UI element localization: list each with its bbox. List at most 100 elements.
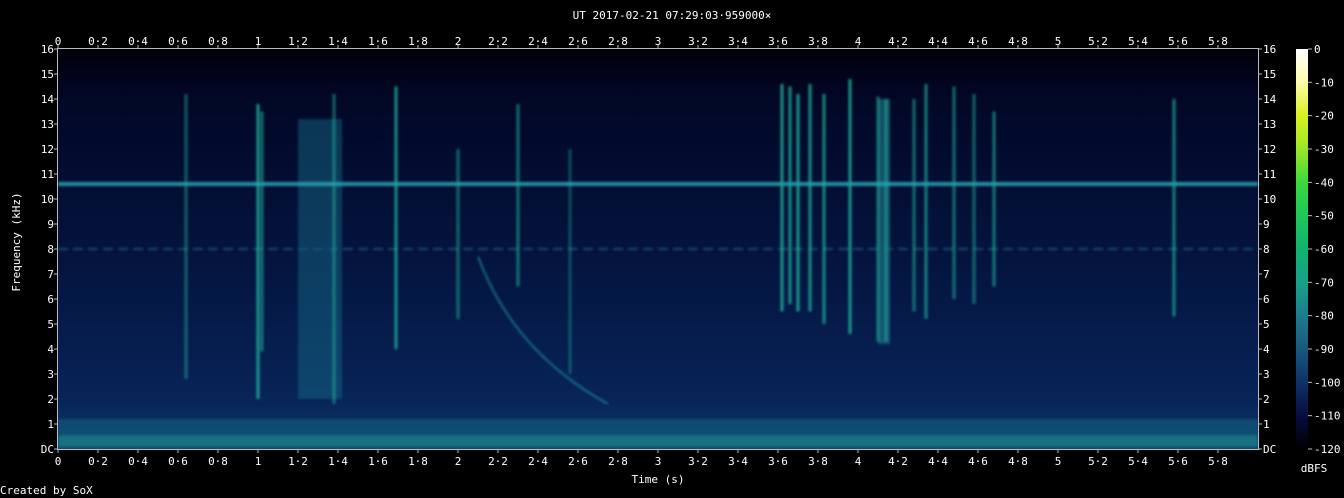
- chart-title: UT 2017-02-21 07:29:03·959000×: [573, 9, 772, 22]
- x-tick-label-top: 5·4: [1128, 35, 1148, 48]
- y-tick-label-left: 9: [47, 218, 54, 231]
- colorbar-tick-label: -60: [1314, 243, 1334, 256]
- footer-credit: Created by SoX: [0, 484, 93, 497]
- colorbar-tick-label: -10: [1314, 76, 1334, 89]
- y-axis-left: DC12345678910111213141516: [41, 43, 58, 456]
- y-tick-label-left: DC: [41, 443, 54, 456]
- x-tick-label-top: 1·8: [408, 35, 428, 48]
- colorbar-tick-label: -80: [1314, 310, 1334, 323]
- x-tick-label-top: 1·2: [288, 35, 308, 48]
- x-tick-label-bottom: 3·2: [688, 455, 708, 468]
- x-tick-label-bottom: 5·6: [1168, 455, 1188, 468]
- low-frequency-noise-core: [58, 435, 1258, 447]
- y-tick-label-right: 15: [1263, 68, 1276, 81]
- y-tick-label-right: 8: [1263, 243, 1270, 256]
- y-tick-label-left: 10: [41, 193, 54, 206]
- x-tick-label-bottom: 1: [255, 455, 262, 468]
- x-tick-label-bottom: 2·8: [608, 455, 628, 468]
- x-axis-label: Time (s): [632, 473, 685, 486]
- x-tick-label-top: 4·4: [928, 35, 948, 48]
- y-tick-label-right: 1: [1263, 418, 1270, 431]
- x-tick-label-top: 4: [855, 35, 862, 48]
- x-tick-label-top: 2·2: [488, 35, 508, 48]
- y-tick-label-right: 16: [1263, 43, 1276, 56]
- x-tick-label-bottom: 4·4: [928, 455, 948, 468]
- x-tick-label-top: 5: [1055, 35, 1062, 48]
- x-tick-label-top: 2·6: [568, 35, 588, 48]
- x-tick-label-bottom: 3·6: [768, 455, 788, 468]
- x-tick-label-top: 3·2: [688, 35, 708, 48]
- x-tick-label-top: 0·6: [168, 35, 188, 48]
- y-tick-label-left: 3: [47, 368, 54, 381]
- x-tick-label-top: 5·8: [1208, 35, 1228, 48]
- x-tick-label-top: 5·2: [1088, 35, 1108, 48]
- colorbar-tick-label: -120: [1314, 443, 1341, 456]
- y-tick-label-left: 4: [47, 343, 54, 356]
- x-tick-label-bottom: 4·2: [888, 455, 908, 468]
- y-tick-label-left: 6: [47, 293, 54, 306]
- colorbar-unit: dBFS: [1301, 462, 1328, 475]
- x-tick-label-bottom: 2: [455, 455, 462, 468]
- y-tick-label-right: 13: [1263, 118, 1276, 131]
- colorbar-tick-label: -110: [1314, 410, 1341, 423]
- y-tick-label-left: 11: [41, 168, 54, 181]
- x-tick-label-bottom: 1·8: [408, 455, 428, 468]
- x-tick-label-top: 4·6: [968, 35, 988, 48]
- y-tick-label-right: 12: [1263, 143, 1276, 156]
- y-tick-label-right: 14: [1263, 93, 1277, 106]
- x-tick-label-top: 0·2: [88, 35, 108, 48]
- y-tick-label-left: 12: [41, 143, 54, 156]
- x-tick-label-bottom: 5·2: [1088, 455, 1108, 468]
- colorbar-tick-label: -50: [1314, 210, 1334, 223]
- y-tick-label-right: DC: [1263, 443, 1276, 456]
- x-tick-label-top: 0: [55, 35, 62, 48]
- colorbar-tick-label: -20: [1314, 110, 1334, 123]
- x-tick-label-bottom: 5·8: [1208, 455, 1228, 468]
- x-tick-label-bottom: 3: [655, 455, 662, 468]
- x-tick-label-bottom: 2·4: [528, 455, 548, 468]
- x-tick-label-bottom: 2·2: [488, 455, 508, 468]
- x-axis-top: 0 0·2 0·4 0·6 0·8 1 1·2 1·4 1·6 1·8 2 2·2 2·4 2·6 2·8 3…: [55, 35, 1228, 49]
- colorbar-gradient: [1296, 49, 1308, 449]
- y-tick-label-right: 2: [1263, 393, 1270, 406]
- x-tick-label-top: 1·4: [328, 35, 348, 48]
- y-tick-label-left: 13: [41, 118, 54, 131]
- x-tick-label-top: 2·8: [608, 35, 628, 48]
- x-tick-label-top: 4·8: [1008, 35, 1028, 48]
- x-tick-label-bottom: 1·4: [328, 455, 348, 468]
- x-tick-label-top: 0·8: [208, 35, 228, 48]
- spectrogram-chart: UT 2017-02-21 07:29:03·959000× 0 0·2 0·4 0·…: [0, 9, 1341, 497]
- y-axis-label: Frequency (kHz): [10, 192, 23, 291]
- y-tick-label-left: 15: [41, 68, 54, 81]
- x-tick-label-bottom: 3·4: [728, 455, 748, 468]
- x-tick-label-top: 1: [255, 35, 262, 48]
- y-axis-right: DC12345678910111213141516: [1258, 43, 1277, 456]
- x-tick-label-bottom: 4: [855, 455, 862, 468]
- x-tick-label-top: 1·6: [368, 35, 388, 48]
- x-axis-bottom: 0 0·2 0·4 0·6 0·8 1 1·2 1·4 1·6 1·8 2 2·2 2·4 2·6 2·8 3…: [55, 449, 1228, 468]
- x-tick-label-bottom: 0: [55, 455, 62, 468]
- colorbar-tick-label: -90: [1314, 343, 1334, 356]
- y-tick-label-left: 16: [41, 43, 54, 56]
- x-tick-label-bottom: 5: [1055, 455, 1062, 468]
- colorbar-tick-label: -100: [1314, 376, 1341, 389]
- y-tick-label-right: 4: [1263, 343, 1270, 356]
- y-tick-label-right: 3: [1263, 368, 1270, 381]
- x-tick-label-top: 2: [455, 35, 462, 48]
- x-tick-label-top: 0·4: [128, 35, 148, 48]
- colorbar-tick-label: -30: [1314, 143, 1334, 156]
- x-tick-label-bottom: 4·6: [968, 455, 988, 468]
- y-tick-label-left: 2: [47, 393, 54, 406]
- x-tick-label-bottom: 1·2: [288, 455, 308, 468]
- x-tick-label-top: 5·6: [1168, 35, 1188, 48]
- colorbar-tick-label: 0: [1314, 43, 1321, 56]
- y-tick-label-left: 7: [47, 268, 54, 281]
- plot-area: [57, 48, 1259, 450]
- x-tick-label-bottom: 0·6: [168, 455, 188, 468]
- y-tick-label-left: 14: [41, 93, 55, 106]
- x-tick-label-top: 2·4: [528, 35, 548, 48]
- x-tick-label-top: 3: [655, 35, 662, 48]
- y-tick-label-left: 5: [47, 318, 54, 331]
- y-tick-label-right: 10: [1263, 193, 1276, 206]
- y-tick-label-left: 1: [47, 418, 54, 431]
